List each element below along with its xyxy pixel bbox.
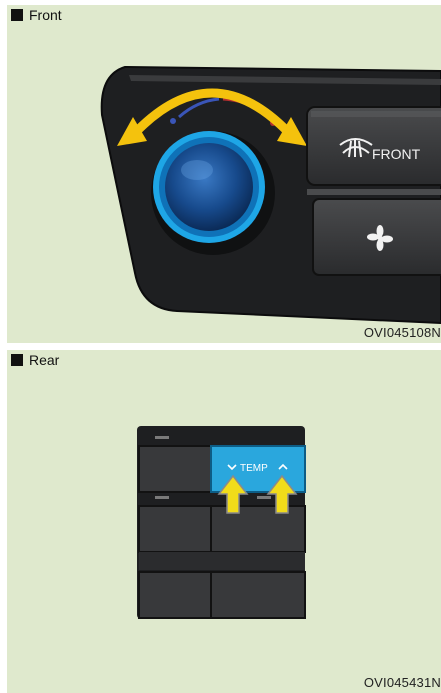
rear-button-bottom-left — [138, 571, 212, 619]
temp-label: TEMP — [240, 463, 268, 474]
front-panel: Front FRONT OVI045108N — [7, 5, 441, 343]
front-button-label: FRONT — [372, 146, 421, 162]
rear-panel: Rear TEMP OVI045431N — [7, 350, 441, 693]
front-figure-code: OVI045108N — [363, 325, 441, 340]
front-climate-illustration: FRONT — [100, 65, 441, 325]
rear-button-mid-left — [138, 505, 212, 553]
rear-figure-code: OVI045431N — [363, 675, 441, 690]
rear-button-top-left — [138, 445, 212, 493]
rear-button-bottom-right — [210, 571, 306, 619]
rear-climate-illustration: TEMP — [137, 426, 306, 619]
rear-button-mid-right — [210, 505, 306, 553]
